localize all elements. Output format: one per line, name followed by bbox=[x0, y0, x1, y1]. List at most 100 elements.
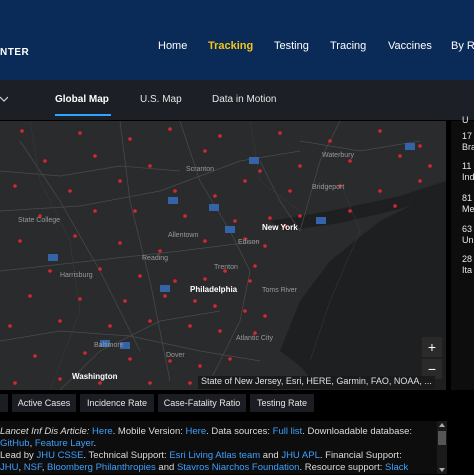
case-location-dot[interactable] bbox=[158, 249, 162, 253]
case-location-dot[interactable] bbox=[173, 189, 177, 193]
map-attribution[interactable]: State of New Jersey, Esri, HERE, Garmin,… bbox=[198, 376, 435, 389]
tab-data-in-motion[interactable]: Data in Motion bbox=[212, 94, 276, 105]
case-location-dot[interactable] bbox=[93, 154, 97, 158]
side-entry-3[interactable]: 81 Me bbox=[462, 193, 474, 215]
tab-incidence-rate[interactable]: Incidence Rate bbox=[80, 394, 154, 412]
case-location-dot[interactable] bbox=[118, 241, 122, 245]
case-location-dot[interactable] bbox=[93, 209, 97, 213]
case-location-dot[interactable] bbox=[398, 154, 402, 158]
case-location-dot[interactable] bbox=[233, 219, 237, 223]
case-location-dot[interactable] bbox=[118, 179, 122, 183]
case-location-dot[interactable] bbox=[288, 189, 292, 193]
tab-us-map[interactable]: U.S. Map bbox=[140, 94, 182, 105]
case-location-dot[interactable] bbox=[378, 189, 382, 193]
case-location-dot[interactable] bbox=[133, 209, 137, 213]
footer-link[interactable]: Slack bbox=[385, 462, 408, 473]
side-entry-4[interactable]: 63 Un bbox=[462, 224, 474, 246]
case-location-dot[interactable] bbox=[33, 354, 37, 358]
case-location-dot[interactable] bbox=[258, 169, 262, 173]
case-location-dot[interactable] bbox=[418, 179, 422, 183]
case-location-dot[interactable] bbox=[243, 179, 247, 183]
case-location-dot[interactable] bbox=[203, 239, 207, 243]
case-location-dot[interactable] bbox=[193, 299, 197, 303]
tab-global-map[interactable]: Global Map bbox=[55, 94, 109, 105]
footer-link[interactable]: Bloomberg Philanthropies bbox=[47, 462, 156, 473]
case-location-dot[interactable] bbox=[73, 234, 77, 238]
case-location-dot[interactable] bbox=[213, 304, 217, 308]
footer-link[interactable]: Here bbox=[186, 426, 207, 437]
case-location-dot[interactable] bbox=[78, 131, 82, 135]
case-location-dot[interactable] bbox=[263, 244, 267, 248]
case-location-dot[interactable] bbox=[348, 159, 352, 163]
case-location-dot[interactable] bbox=[78, 297, 82, 301]
tab-active-cases[interactable]: Active Cases bbox=[12, 394, 76, 412]
case-location-dot[interactable] bbox=[253, 264, 257, 268]
nav-by-region[interactable]: By R bbox=[451, 40, 474, 52]
case-location-dot[interactable] bbox=[168, 359, 172, 363]
zoom-in-button[interactable]: + bbox=[422, 337, 442, 357]
case-location-dot[interactable] bbox=[98, 267, 102, 271]
side-entry-1[interactable]: 17 Bra bbox=[462, 131, 474, 153]
case-location-dot[interactable] bbox=[248, 279, 252, 283]
case-location-dot[interactable] bbox=[128, 137, 132, 141]
case-location-dot[interactable] bbox=[218, 329, 222, 333]
chevron-down-icon[interactable] bbox=[0, 95, 8, 103]
case-location-dot[interactable] bbox=[58, 319, 62, 323]
case-location-dot[interactable] bbox=[428, 164, 432, 168]
footer-scrollbar[interactable] bbox=[437, 421, 447, 474]
case-location-dot[interactable] bbox=[213, 194, 217, 198]
side-entry-2[interactable]: 11 Ind bbox=[462, 161, 474, 183]
side-entry-5[interactable]: 28 Ita bbox=[462, 254, 472, 276]
case-location-dot[interactable] bbox=[13, 381, 17, 385]
case-location-dot[interactable] bbox=[163, 294, 167, 298]
case-location-dot[interactable] bbox=[28, 294, 32, 298]
nav-tracing[interactable]: Tracing bbox=[330, 40, 366, 52]
case-location-dot[interactable] bbox=[263, 314, 267, 318]
case-location-dot[interactable] bbox=[98, 381, 102, 385]
case-location-dot[interactable] bbox=[378, 129, 382, 133]
case-location-dot[interactable] bbox=[203, 277, 207, 281]
case-location-dot[interactable] bbox=[83, 351, 87, 355]
nav-tracking[interactable]: Tracking bbox=[208, 40, 253, 52]
case-location-dot[interactable] bbox=[148, 381, 152, 385]
case-location-dot[interactable] bbox=[393, 204, 397, 208]
case-location-dot[interactable] bbox=[228, 357, 232, 361]
case-location-dot[interactable] bbox=[268, 216, 272, 220]
case-location-dot[interactable] bbox=[348, 209, 352, 213]
case-location-dot[interactable] bbox=[43, 159, 47, 163]
nav-testing[interactable]: Testing bbox=[274, 40, 309, 52]
case-location-dot[interactable] bbox=[108, 324, 112, 328]
footer-link[interactable]: Stavros Niarchos Foundation bbox=[177, 462, 300, 473]
case-location-dot[interactable] bbox=[128, 357, 132, 361]
case-location-dot[interactable] bbox=[148, 319, 152, 323]
case-location-dot[interactable] bbox=[173, 279, 177, 283]
case-location-dot[interactable] bbox=[418, 144, 422, 148]
case-location-dot[interactable] bbox=[203, 149, 207, 153]
brand-logo[interactable]: NTER bbox=[0, 47, 29, 58]
case-location-dot[interactable] bbox=[148, 164, 152, 168]
case-location-dot[interactable] bbox=[243, 309, 247, 313]
scroll-down-arrow[interactable] bbox=[439, 468, 445, 472]
case-location-dot[interactable] bbox=[218, 134, 222, 138]
nav-home[interactable]: Home bbox=[158, 40, 187, 52]
case-location-dot[interactable] bbox=[298, 164, 302, 168]
case-location-dot[interactable] bbox=[168, 127, 172, 131]
case-location-dot[interactable] bbox=[68, 189, 72, 193]
case-location-dot[interactable] bbox=[188, 324, 192, 328]
tab-collapse-stub[interactable] bbox=[0, 394, 8, 412]
map-view[interactable]: Scranton Waterbury Bridgeport State Coll… bbox=[0, 121, 446, 390]
case-location-dot[interactable] bbox=[20, 129, 24, 133]
case-location-dot[interactable] bbox=[328, 139, 332, 143]
case-location-dot[interactable] bbox=[18, 239, 22, 243]
nav-vaccines[interactable]: Vaccines bbox=[388, 40, 432, 52]
case-location-dot[interactable] bbox=[198, 364, 202, 368]
tab-testing-rate[interactable]: Testing Rate bbox=[250, 394, 314, 412]
case-location-dot[interactable] bbox=[48, 269, 52, 273]
case-location-dot[interactable] bbox=[13, 184, 17, 188]
tab-case-fatality-ratio[interactable]: Case-Fatality Ratio bbox=[158, 394, 246, 412]
case-location-dot[interactable] bbox=[138, 274, 142, 278]
scroll-up-arrow[interactable] bbox=[439, 423, 445, 427]
case-location-dot[interactable] bbox=[188, 381, 192, 385]
case-location-dot[interactable] bbox=[123, 299, 127, 303]
case-location-dot[interactable] bbox=[298, 214, 302, 218]
